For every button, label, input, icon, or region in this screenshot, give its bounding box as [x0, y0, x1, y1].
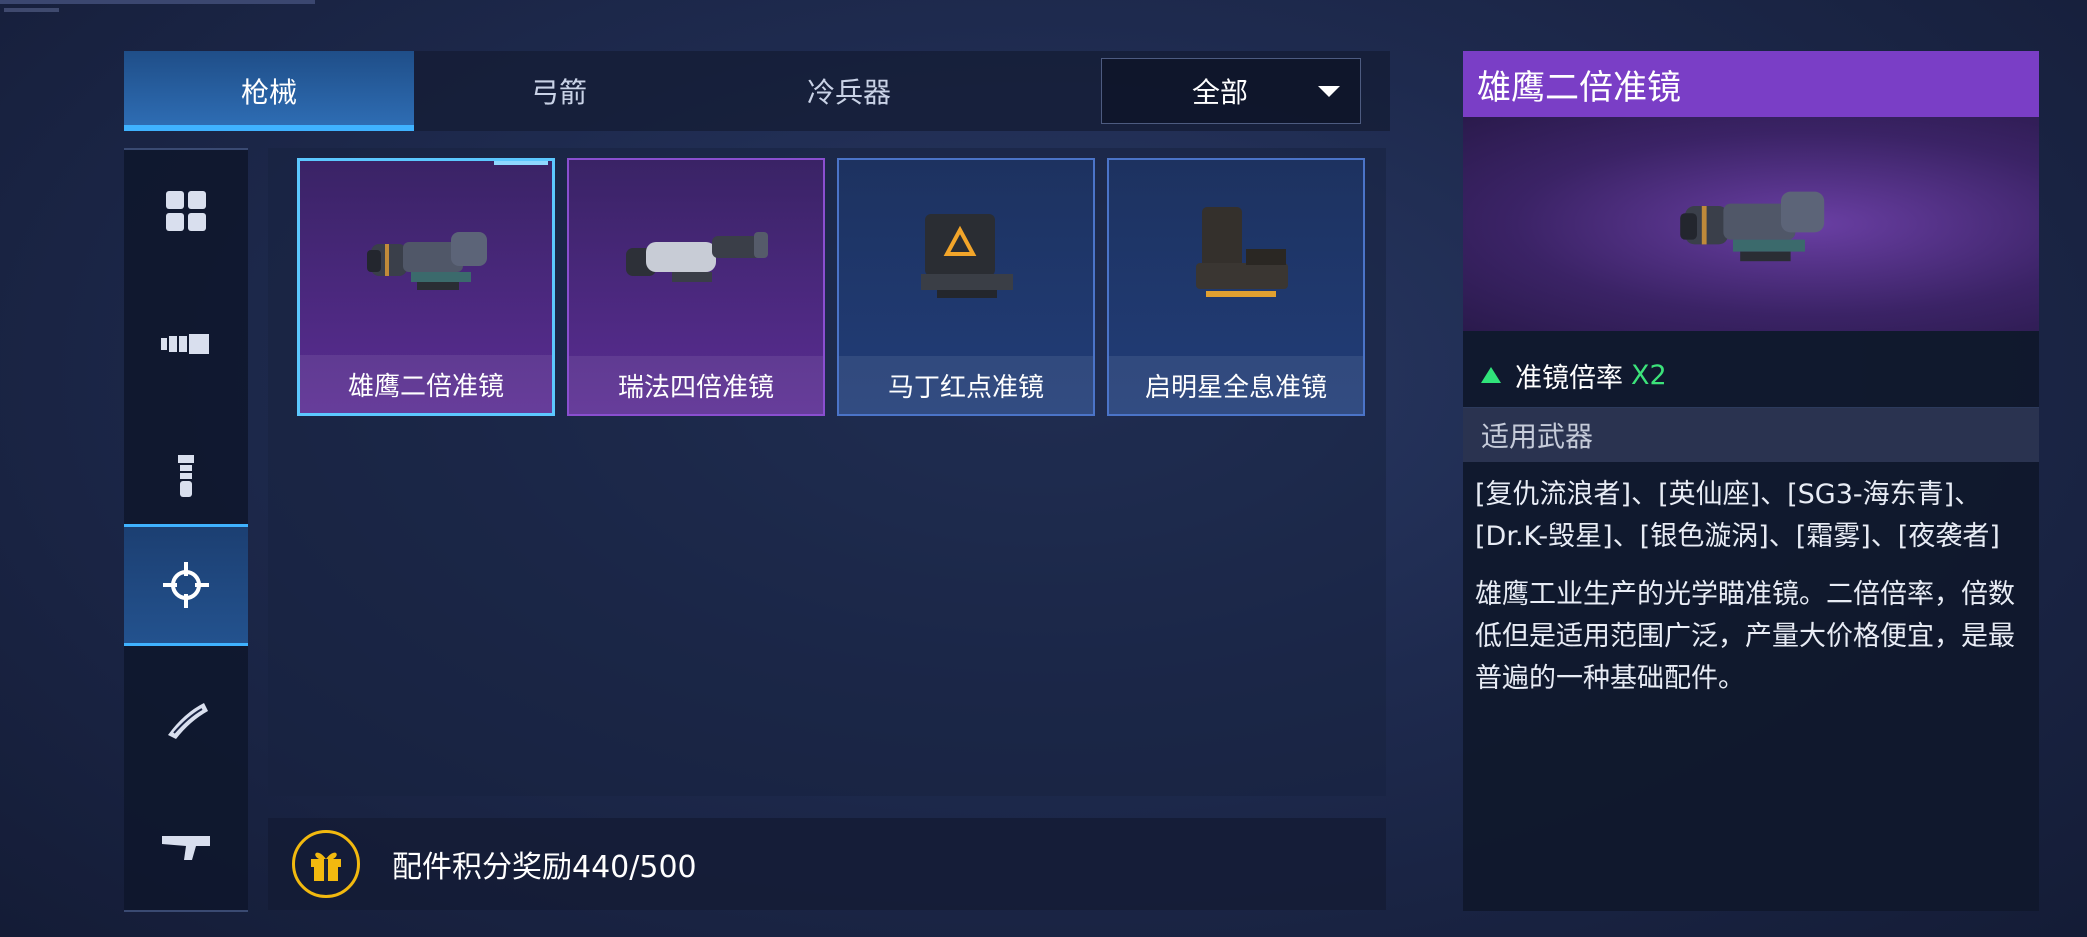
- item-card-ruifa-4x[interactable]: 瑞法四倍准镜: [567, 158, 825, 416]
- reward-progress-text: 配件积分奖励440/500: [392, 850, 697, 885]
- selected-marker: [494, 161, 548, 165]
- chevron-down-icon: [1318, 85, 1340, 97]
- sidebar-item-all[interactable]: [124, 150, 248, 272]
- tab-guns[interactable]: 枪械: [124, 51, 414, 131]
- section-compatible-weapons: 适用武器: [1463, 408, 2039, 462]
- attachment-type-sidebar: [124, 148, 248, 912]
- up-arrow-icon: [1481, 367, 1501, 383]
- item-name: 启明星全息准镜: [1109, 356, 1363, 414]
- scope-4x-image: [569, 178, 823, 338]
- crosshair-icon: [163, 562, 209, 608]
- stat-value: X2: [1631, 359, 1667, 391]
- reddot-image: [839, 178, 1093, 338]
- tab-melee[interactable]: 冷兵器: [704, 51, 994, 131]
- item-description: 雄鹰工业生产的光学瞄准镜。二倍倍率，倍数低但是适用范围广泛，产量大价格便宜，是最…: [1475, 579, 2015, 694]
- scope-2x-image: [300, 179, 552, 339]
- holo-sight-image: [1109, 178, 1363, 338]
- attachment-reward-bar: 配件积分奖励440/500: [268, 818, 1386, 910]
- sidebar-item-grip[interactable]: [124, 416, 248, 538]
- item-card-martin-reddot[interactable]: 马丁红点准镜: [837, 158, 1095, 416]
- gift-button[interactable]: [292, 830, 360, 898]
- sidebar-item-stock[interactable]: [124, 786, 248, 908]
- item-name: 马丁红点准镜: [839, 356, 1093, 414]
- filter-selected-label: 全部: [1191, 76, 1248, 109]
- tab-bows[interactable]: 弓箭: [414, 51, 704, 131]
- stock-icon: [162, 836, 210, 860]
- compatible-weapons-list: [复仇流浪者]、[英仙座]、[SG3-海东青]、[Dr.K-毁星]、[银色漩涡]…: [1475, 479, 2000, 552]
- detail-scope-image: [1463, 117, 2039, 331]
- item-name: 瑞法四倍准镜: [569, 356, 823, 414]
- top-bar-line: [0, 0, 315, 4]
- detail-title: 雄鹰二倍准镜: [1463, 51, 2039, 117]
- sidebar-item-barrel[interactable]: [124, 283, 248, 405]
- stat-magnification: 准镜倍率 X2: [1463, 343, 2039, 408]
- filter-dropdown[interactable]: 全部: [1101, 58, 1361, 124]
- top-bar-mark: [4, 8, 59, 12]
- item-card-qimingxing-holo[interactable]: 启明星全息准镜: [1107, 158, 1365, 416]
- sidebar-item-scope[interactable]: [124, 524, 248, 646]
- magazine-icon: [168, 703, 208, 739]
- gift-icon: [311, 852, 341, 881]
- grid-icon: [166, 191, 206, 231]
- item-card-eagle-2x[interactable]: 雄鹰二倍准镜: [297, 158, 555, 416]
- sidebar-item-magazine[interactable]: [124, 658, 248, 780]
- barrel-icon: [161, 334, 209, 354]
- item-detail-panel: 雄鹰二倍准镜 准镜倍率 X2 适用武器 [复仇流浪者]、[英仙座]、[SG3-海…: [1463, 51, 2039, 911]
- item-name: 雄鹰二倍准镜: [300, 355, 552, 413]
- stat-label: 准镜倍率: [1515, 362, 1623, 394]
- grip-icon: [178, 455, 194, 497]
